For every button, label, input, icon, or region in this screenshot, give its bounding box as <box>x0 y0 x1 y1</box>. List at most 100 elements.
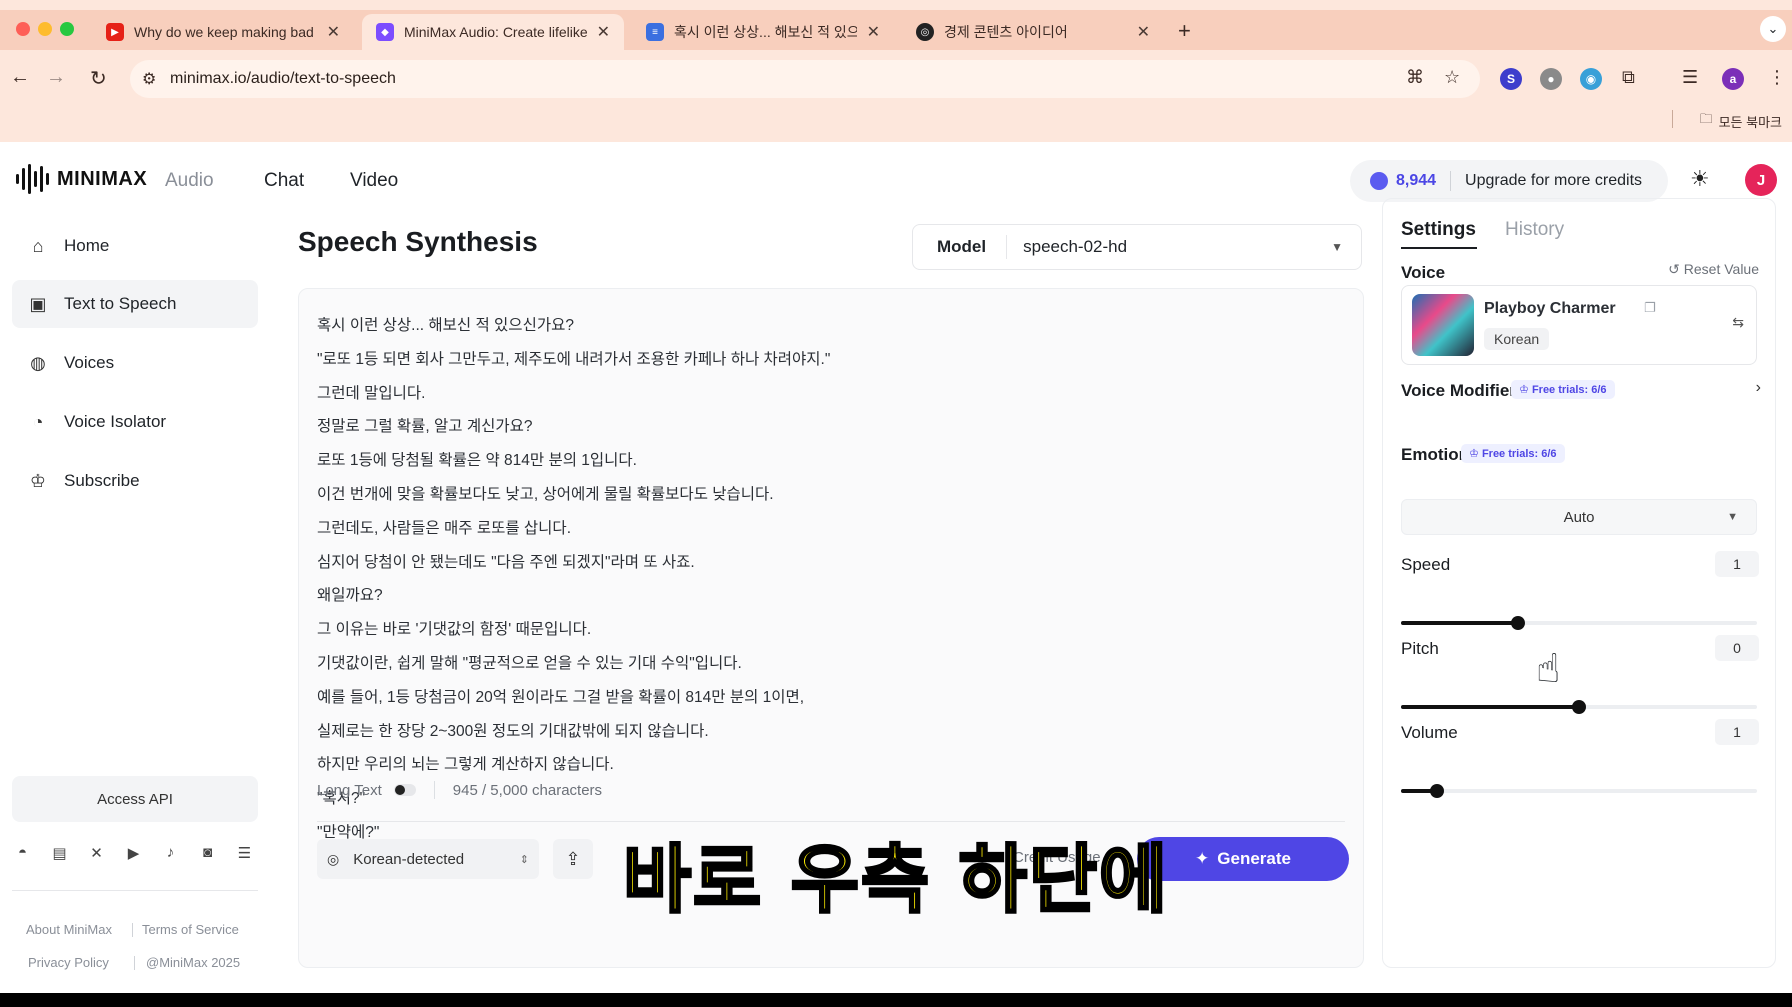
reload-icon[interactable]: ↻ <box>90 66 107 91</box>
back-icon[interactable]: ← <box>10 66 30 89</box>
extension-gray-icon[interactable]: ● <box>1540 68 1562 90</box>
tab-search-icon[interactable]: ⌄ <box>1760 16 1786 42</box>
emotion-label: Emotion <box>1401 445 1469 464</box>
long-text-toggle[interactable] <box>393 784 416 796</box>
bookmark-star-icon[interactable]: ☆ <box>1444 67 1460 88</box>
sidebar-item-voice-isolator[interactable]: ◔ Voice Isolator <box>12 398 258 446</box>
site-info-icon[interactable]: ⚙ <box>142 69 156 89</box>
nav-chat[interactable]: Chat <box>264 170 304 192</box>
pitch-label: Pitch <box>1401 639 1439 658</box>
model-label: Model <box>913 235 1008 259</box>
privacy-link[interactable]: Privacy Policy <box>28 955 109 970</box>
crown-icon: ♔ <box>1519 384 1529 396</box>
script-line: 로또 1등에 당첨될 확률은 약 814만 분의 1입니다. <box>317 452 637 470</box>
sidebar-item-label: Home <box>64 236 110 255</box>
access-api-button[interactable]: Access API <box>12 776 258 822</box>
new-tab-icon[interactable]: + <box>1178 18 1191 44</box>
tab-history[interactable]: History <box>1505 219 1564 241</box>
minimax-logo[interactable]: MINIMAX <box>16 164 147 194</box>
speed-slider-knob[interactable] <box>1511 616 1526 630</box>
close-tab-icon[interactable]: ✕ <box>597 22 610 42</box>
tab-settings[interactable]: Settings <box>1401 219 1476 241</box>
reset-label: Reset Value <box>1683 261 1759 277</box>
reset-value-button[interactable]: ↺ Reset Value <box>1668 261 1759 278</box>
hand-cursor-icon: ☝ <box>1536 647 1561 691</box>
tab-title: 경제 콘텐츠 아이디어 <box>944 24 1068 40</box>
close-tab-icon[interactable]: ✕ <box>1137 22 1150 42</box>
script-line: 하지만 우리의 뇌는 그렇게 계산하지 않습니다. <box>317 756 614 774</box>
page-title: Speech Synthesis <box>298 226 538 257</box>
volume-slider-knob[interactable] <box>1429 784 1444 798</box>
sidebar-item-label: Voices <box>64 353 115 372</box>
script-line: "로또 1등 되면 회사 그만두고, 제주도에 내려가서 조용한 카페나 하나 … <box>317 350 831 368</box>
nav-audio[interactable]: Audio <box>165 170 214 192</box>
theme-toggle-icon[interactable]: ☀ <box>1690 166 1710 192</box>
browser-menu-icon[interactable]: ⋮ <box>1768 67 1786 88</box>
pitch-slider[interactable] <box>1401 700 1757 714</box>
voice-label: Voice <box>1401 263 1446 282</box>
emotion-value: Auto <box>1563 508 1595 526</box>
extensions-puzzle-icon[interactable]: ⧉ <box>1622 67 1635 88</box>
extension-s-icon[interactable]: S <box>1500 68 1522 90</box>
pitch-slider-knob[interactable] <box>1572 700 1586 714</box>
tab-title: 혹시 이런 상상... 해보신 적 있으신가 <box>674 24 857 40</box>
media-control-icon[interactable]: ☰ <box>1682 67 1698 88</box>
forward-icon[interactable]: → <box>46 66 66 89</box>
voice-modifier-label[interactable]: Voice Modifier <box>1401 381 1516 401</box>
address-bar[interactable]: ⚙ minimax.io/audio/text-to-speech <box>130 60 1480 98</box>
meta-separator <box>433 781 435 799</box>
speed-value[interactable]: 1 <box>1715 551 1759 577</box>
long-text-label: Long Text <box>317 781 382 799</box>
script-line: 왜일까요? <box>317 587 383 605</box>
sidebar-item-subscribe[interactable]: ♔ Subscribe <box>12 457 258 505</box>
model-select[interactable]: Model speech-02-hd ▼ <box>912 224 1362 270</box>
text-to-speech-icon: ▣ <box>29 293 47 314</box>
user-avatar[interactable]: J <box>1745 164 1777 196</box>
maximize-window-button[interactable] <box>60 22 74 36</box>
swap-voice-icon[interactable]: ⇆ <box>1732 314 1744 331</box>
sidebar-item-text-to-speech[interactable]: ▣ Text to Speech <box>12 280 258 328</box>
sidebar-item-label: Subscribe <box>64 471 140 490</box>
nav-video[interactable]: Video <box>350 170 398 192</box>
script-line: 그런데 말입니다. <box>317 384 426 402</box>
volume-value[interactable]: 1 <box>1715 719 1759 745</box>
minimize-window-button[interactable] <box>38 22 52 36</box>
close-tab-icon[interactable]: ✕ <box>867 22 880 42</box>
emotion-select[interactable]: Auto ▼ <box>1401 499 1757 535</box>
script-line: 그런데도, 사람들은 매주 로또를 삽니다. <box>317 519 571 537</box>
voice-card[interactable]: Playboy Charmer ❐ Korean ⇆ <box>1401 285 1757 365</box>
credit-icon <box>1370 172 1388 190</box>
sidebar-item-voices[interactable]: ◍ Voices <box>12 339 258 387</box>
browser-tab-0[interactable]: ▶ Why do we keep making bad ✕ <box>92 14 354 50</box>
folder-icon: 🗀 <box>1699 111 1713 126</box>
crown-icon: ♔ <box>29 470 47 491</box>
script-line: 실제로는 한 장당 2~300원 정도의 기대값밖에 되지 않습니다. <box>317 722 709 740</box>
sidebar-item-home[interactable]: ⌂ Home <box>12 222 258 270</box>
credits-pill[interactable]: 8,944 Upgrade for more credits <box>1350 160 1668 202</box>
close-window-button[interactable] <box>16 22 30 36</box>
copy-icon[interactable]: ❐ <box>1644 300 1656 316</box>
speed-slider[interactable] <box>1401 616 1757 630</box>
upgrade-link[interactable]: Upgrade for more credits <box>1465 172 1642 190</box>
browser-tab-3[interactable]: ◎ 경제 콘텐츠 아이디어 ✕ <box>902 14 1164 50</box>
bookmarks-label: 모든 북마크 <box>1718 114 1782 130</box>
profile-avatar-icon[interactable]: a <box>1722 68 1744 90</box>
voices-icon: ◍ <box>30 352 46 373</box>
credit-separator <box>1450 171 1452 191</box>
all-bookmarks[interactable]: 🗀 모든 북마크 <box>1700 110 1782 132</box>
chevron-right-icon[interactable]: › <box>1756 379 1761 397</box>
browser-tab-1[interactable]: ◆ MiniMax Audio: Create lifelike ✕ <box>362 14 624 50</box>
close-tab-icon[interactable]: ✕ <box>327 22 340 42</box>
model-value: speech-02-hd <box>1023 237 1128 256</box>
pitch-value[interactable]: 0 <box>1715 635 1759 661</box>
script-text[interactable]: 혹시 이런 상상... 해보신 적 있으신가요? "로또 1등 되면 회사 그만두… <box>317 309 830 850</box>
browser-chrome: ▶ Why do we keep making bad ✕ ◆ MiniMax … <box>0 0 1792 142</box>
video-caption: 바로 우측 하단에 <box>621 836 1170 925</box>
volume-slider[interactable] <box>1401 784 1757 798</box>
browser-tab-2[interactable]: ≡ 혹시 이런 상상... 해보신 적 있으신가 ✕ <box>632 14 894 50</box>
translate-icon[interactable]: ⌘ <box>1406 67 1424 88</box>
script-line: 심지어 당첨이 안 됐는데도 "다음 주엔 되겠지"라며 또 사죠. <box>317 553 695 571</box>
extension-color-icon[interactable]: ◉ <box>1580 68 1602 90</box>
trial-text: Free trials: 6/6 <box>1531 384 1607 396</box>
script-line: 혹시 이런 상상... 해보신 적 있으신가요? <box>317 317 574 334</box>
